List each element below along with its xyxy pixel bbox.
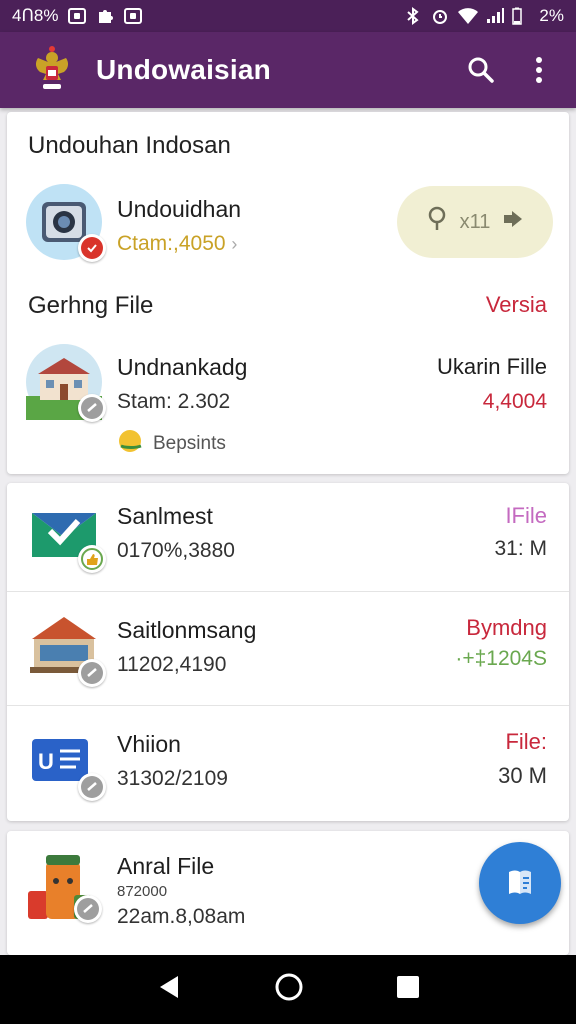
status-time: 4Ո8% [12,6,59,25]
file-type-label: IFile [505,503,547,528]
product-jar-thumbnail[interactable] [24,851,102,927]
more-vert-icon[interactable] [522,53,556,87]
new-document-fab[interactable] [479,842,561,924]
gray-check-badge-icon [78,659,106,687]
item-subtitle: 0170%,3880 [117,539,235,562]
item-title: Undouidhan [117,196,242,222]
item-subtitle: Ctam:,4050 › [117,232,238,255]
file-type-label: File: [505,729,547,754]
file-list-card: Sanlmest 0170%,3880 IFile 31: M Saitlonm… [7,483,569,821]
alarm-icon [431,7,449,25]
red-check-badge-icon [78,234,106,262]
item-subtitle: 31302/2109 [117,767,228,790]
battery-icon [512,7,530,25]
divider [7,591,569,592]
back-icon[interactable] [156,974,182,1005]
file-size-value: 31: M [494,537,547,560]
bluetooth-icon [404,7,422,25]
play-arrow-icon [502,209,524,235]
item-title: Anral File [117,853,215,879]
file-size-label: Ukarin Fille [436,354,547,379]
app-title: Undowaisian [96,54,271,85]
item-subtitle-small: 872000 [117,883,168,900]
item-subtitle: 11202,4190 [117,653,227,676]
battery-percent: 2% [539,6,564,25]
section-title-downloads: Undouhan Indosan [28,132,231,159]
item-title: Undnankadg [117,354,248,380]
gray-check-badge-icon [78,773,106,801]
file-size-value: 4,4004 [482,390,547,413]
garuda-emblem-icon [26,44,78,96]
puzzle-notification-icon [96,7,114,25]
file-size-value: ·+‡1204S [455,647,547,670]
recents-icon[interactable] [396,975,420,1004]
tag-label: Bepsints [153,432,226,454]
svg-text:U: U [38,749,54,774]
item-subtitle: Stam: 2.302 [117,390,231,413]
wifi-icon [458,7,479,25]
emoji-face-icon [117,428,145,459]
file-type-label: Bymdng [466,615,547,640]
pill-label: x11 [459,210,491,233]
store-building-thumbnail[interactable] [26,609,106,687]
camera-app-thumbnail[interactable] [26,184,106,262]
document-app-thumbnail[interactable]: U [26,723,106,801]
status-bar: 4Ո8% 2% [0,0,576,32]
school-building-thumbnail[interactable] [26,344,106,422]
home-icon[interactable] [274,972,304,1007]
thumbs-up-badge-icon [78,545,106,573]
divider [7,705,569,706]
item-title: Sanlmest [117,503,213,529]
downloads-card: Undouhan Indosan Undouidhan Ctam:,4050 ›… [7,112,569,474]
document-edit-icon [503,864,537,903]
app-bar: Undowaisian [0,32,576,108]
tag-row[interactable]: Bepsints [117,428,226,459]
system-navigation-bar [0,955,576,1024]
mail-app-thumbnail[interactable] [26,495,106,573]
gray-check-badge-icon [78,394,106,422]
version-link[interactable]: Versia [486,292,547,318]
location-pin-icon [426,206,448,238]
item-subtitle: 22am.8,08am [117,905,246,928]
section-title-files: Gerhng File [28,292,154,319]
gray-check-badge-icon [74,895,102,923]
signal-icon [485,7,505,25]
app-notification-icon [124,8,143,24]
gallery-notification-icon [68,8,87,24]
progress-pill[interactable]: x11 [397,186,553,258]
file-size-value: 30 M [498,763,547,788]
item-title: Vhiion [117,731,181,757]
item-title: Saitlonmsang [117,617,257,643]
search-icon[interactable] [464,53,498,87]
